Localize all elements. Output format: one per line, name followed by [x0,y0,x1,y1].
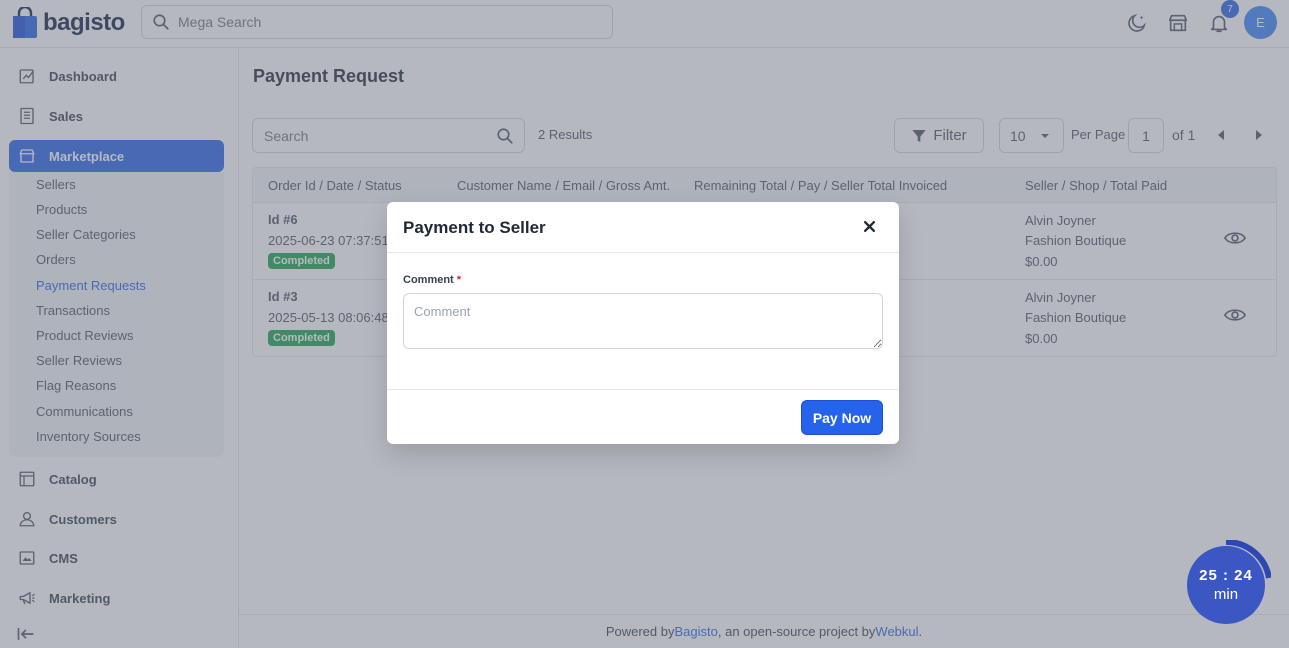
comment-textarea[interactable] [403,293,883,349]
timer-time: 25 : 24 [1199,567,1253,584]
comment-label-text: Comment [403,274,454,286]
modal-footer: Pay Now [387,389,899,444]
modal-title: Payment to Seller [403,218,546,237]
pay-now-button[interactable]: Pay Now [801,400,883,435]
session-timer: 25 : 24 min [1187,546,1265,624]
comment-label: Comment * [403,274,461,286]
payment-modal: Payment to Seller Comment * Pay Now [387,202,899,444]
close-icon[interactable] [863,220,876,233]
modal-header: Payment to Seller [387,202,899,253]
timer-unit: min [1213,586,1239,603]
required-marker: * [456,274,462,286]
